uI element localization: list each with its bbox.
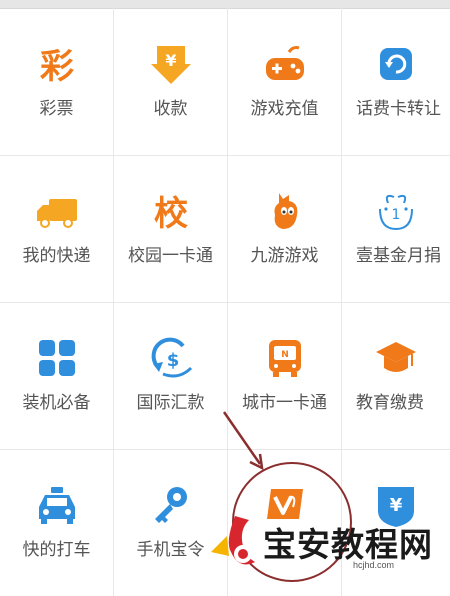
grid-item-label: 我的快递 [22, 246, 91, 265]
grid-item-label: 国际汇款 [136, 393, 205, 412]
grid-item-label: 游戏充值 [250, 99, 319, 118]
grid-item-receive-money[interactable]: ¥ 收款 [114, 8, 228, 155]
receive-money-icon: ¥ [150, 46, 191, 84]
grid-row: 我的快递 校 校园一卡通 九游游戏 1 壹基金月捐 [0, 155, 450, 303]
lottery-icon: 彩 [40, 47, 74, 86]
grid-item-phone-card-transfer[interactable]: 话费卡转让 [342, 8, 450, 155]
svg-text:校: 校 [154, 194, 188, 233]
watermark-text: 宝安教程网 [263, 525, 433, 564]
bus-card-icon: N [268, 340, 301, 377]
grid-item-label: 彩票 [39, 99, 74, 118]
watermark-url: hcjhd.com [353, 560, 395, 570]
grid-item-kuaidi-taxi[interactable]: 快的打车 [0, 449, 114, 596]
taxi-icon [38, 487, 75, 524]
phone-card-transfer-icon [380, 48, 412, 80]
grid-item-label: 话费卡转让 [356, 99, 441, 118]
grid-item-charity[interactable]: 1 壹基金月捐 [342, 155, 450, 302]
grid-row: 彩 彩票 ¥ 收款 游戏充值 话费卡转让 [0, 8, 450, 156]
gamepad-icon [265, 46, 304, 80]
grid-item-label: 装机必备 [22, 393, 91, 412]
campus-card-icon: 校 [154, 194, 188, 233]
charity-icon: 1 [379, 194, 413, 231]
delivery-truck-icon [36, 199, 77, 228]
svg-text:1: 1 [392, 207, 401, 223]
grid-item-label: 壹基金月捐 [356, 246, 441, 265]
app-grid-icon [38, 340, 75, 376]
grid-item-label: 教育缴费 [356, 393, 424, 412]
grid-item-campus-card[interactable]: 校 校园一卡通 [114, 155, 228, 302]
svg-text:彩: 彩 [40, 47, 74, 86]
grid-item-education-payment[interactable]: 教育缴费 [342, 302, 450, 449]
jiuyou-game-icon [274, 193, 297, 229]
grid-item-game-recharge[interactable]: 游戏充值 [228, 8, 342, 155]
grid-item-label: 快的打车 [22, 540, 91, 559]
key-icon [154, 487, 187, 523]
grid-item-lottery[interactable]: 彩 彩票 [0, 8, 114, 155]
grid-item-jiuyou-game[interactable]: 九游游戏 [228, 155, 342, 302]
graduation-cap-icon [376, 342, 416, 372]
grid-item-international-remittance[interactable]: $ 国际汇款 [114, 302, 228, 449]
svg-text:¥: ¥ [165, 51, 176, 70]
international-remittance-icon: $ [151, 337, 192, 378]
watermark-logo-icon [211, 516, 255, 565]
service-grid: 彩 彩票 ¥ 收款 游戏充值 话费卡转让 我的快递 校 校园一卡通 九游游戏 1… [0, 8, 450, 596]
grid-item-label: 收款 [153, 99, 188, 118]
grid-item-essential-apps[interactable]: 装机必备 [0, 302, 114, 449]
watermark: 宝安教程网 hcjhd.com [205, 508, 450, 580]
grid-item-my-delivery[interactable]: 我的快递 [0, 155, 114, 302]
svg-text:N: N [281, 350, 289, 360]
grid-item-label: 校园一卡通 [128, 246, 213, 265]
grid-item-label: 九游游戏 [250, 246, 319, 265]
svg-text:$: $ [166, 350, 179, 371]
